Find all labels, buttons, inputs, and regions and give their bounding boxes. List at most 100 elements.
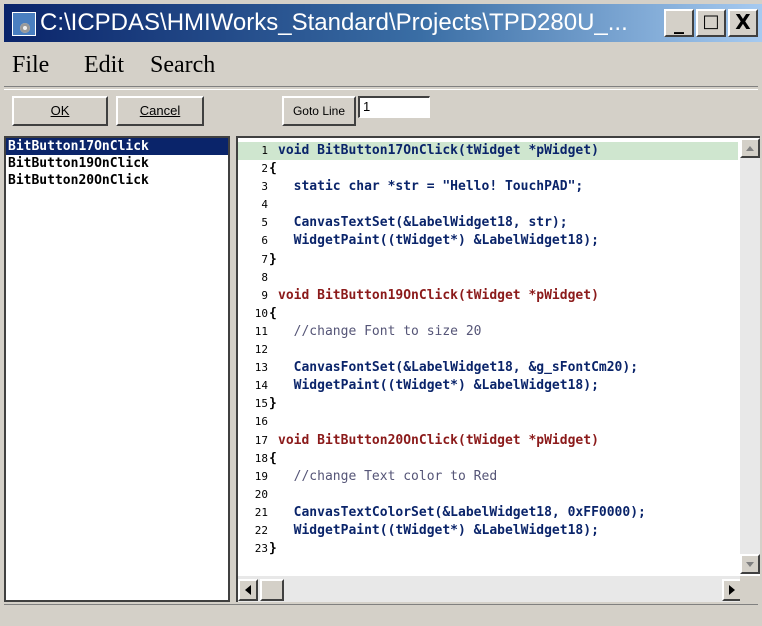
title-bar[interactable]: C:\ICPDAS\HMIWorks_Standard\Projects\TPD…	[4, 4, 762, 42]
scroll-thumb[interactable]	[260, 579, 284, 601]
code-line[interactable]: 14 WidgetPaint((tWidget*) &LabelWidget18…	[238, 377, 738, 395]
up-arrow-icon	[746, 146, 754, 151]
code-line[interactable]: 16	[238, 413, 738, 431]
line-number: 1	[261, 144, 268, 157]
code-line[interactable]: 19 //change Text color to Red	[238, 468, 738, 486]
ok-button[interactable]: OK	[12, 96, 108, 126]
code-line[interactable]: 12	[238, 341, 738, 359]
menu-edit[interactable]: Edit	[84, 52, 124, 79]
code-text[interactable]: }	[269, 252, 277, 267]
function-list-item[interactable]: BitButton19OnClick	[6, 155, 228, 172]
code-line[interactable]: 21 CanvasTextColorSet(&LabelWidget18, 0x…	[238, 504, 738, 522]
line-number: 14	[254, 379, 268, 393]
menu-file[interactable]: File	[12, 52, 49, 79]
scroll-down-button[interactable]	[740, 554, 760, 574]
code-text[interactable]: static char *str = "Hello! TouchPAD";	[278, 179, 584, 194]
line-number: 15	[254, 397, 268, 411]
code-editor[interactable]: 1 void BitButton17OnClick(tWidget *pWidge…	[236, 136, 760, 602]
editor-window: C:\ICPDAS\HMIWorks_Standard\Projects\TPD…	[0, 0, 762, 626]
goto-line-button[interactable]: Goto Line	[282, 96, 356, 126]
code-line[interactable]: 8	[238, 269, 738, 287]
code-text[interactable]: WidgetPaint((tWidget*) &LabelWidget18);	[278, 378, 599, 393]
scroll-up-button[interactable]	[740, 138, 760, 158]
code-text[interactable]: {	[269, 451, 277, 466]
code-line[interactable]: 20	[238, 486, 738, 504]
code-text[interactable]: }	[269, 541, 277, 556]
function-list-item[interactable]: BitButton17OnClick	[6, 138, 228, 155]
code-line[interactable]: 11 //change Font to size 20	[238, 323, 738, 341]
code-text[interactable]: CanvasFontSet(&LabelWidget18, &g_sFontCm…	[278, 360, 638, 375]
code-text[interactable]: WidgetPaint((tWidget*) &LabelWidget18);	[278, 523, 599, 538]
code-line[interactable]: 5 CanvasTextSet(&LabelWidget18, str);	[238, 214, 738, 232]
code-text[interactable]: CanvasTextColorSet(&LabelWidget18, 0xFF0…	[278, 505, 646, 520]
code-text[interactable]: //change Font to size 20	[278, 324, 482, 339]
line-number: 5	[261, 216, 268, 230]
line-number: 17	[254, 433, 268, 447]
code-text[interactable]: void BitButton19OnClick(tWidget *pWidget…	[278, 288, 599, 303]
scroll-right-button[interactable]	[722, 579, 742, 601]
down-arrow-icon	[746, 562, 754, 567]
code-line[interactable]: 9 void BitButton19OnClick(tWidget *pWidge…	[238, 287, 738, 305]
window-title: C:\ICPDAS\HMIWorks_Standard\Projects\TPD…	[40, 9, 628, 36]
line-number: 4	[261, 198, 268, 212]
code-line[interactable]: 6 WidgetPaint((tWidget*) &LabelWidget18)…	[238, 232, 738, 250]
function-list[interactable]: BitButton17OnClick BitButton19OnClick Bi…	[4, 136, 230, 602]
code-line[interactable]: 4	[238, 196, 738, 214]
line-number: 9	[261, 288, 268, 302]
maximize-button[interactable]: □	[696, 9, 726, 37]
line-number: 11	[254, 324, 268, 338]
line-number: 13	[254, 361, 268, 375]
horizontal-scrollbar[interactable]	[238, 576, 742, 602]
code-text[interactable]: }	[269, 396, 277, 411]
function-list-item[interactable]: BitButton20OnClick	[6, 172, 228, 189]
right-arrow-icon	[729, 585, 735, 595]
line-number: 18	[254, 451, 268, 465]
code-line[interactable]: 18{	[238, 450, 738, 468]
code-text[interactable]: CanvasTextSet(&LabelWidget18, str);	[278, 215, 568, 230]
line-number: 16	[254, 415, 268, 429]
line-number: 21	[254, 505, 268, 519]
code-line[interactable]: 22 WidgetPaint((tWidget*) &LabelWidget18…	[238, 522, 738, 540]
line-number: 7	[261, 252, 268, 266]
code-line[interactable]: 1 void BitButton17OnClick(tWidget *pWidge…	[238, 142, 738, 161]
code-line[interactable]: 15}	[238, 395, 738, 413]
code-area[interactable]: 1 void BitButton17OnClick(tWidget *pWidge…	[238, 142, 738, 558]
code-text[interactable]: WidgetPaint((tWidget*) &LabelWidget18);	[278, 233, 599, 248]
line-number: 6	[261, 234, 268, 248]
minimize-button[interactable]: _	[664, 9, 694, 37]
code-line[interactable]: 17 void BitButton20OnClick(tWidget *pWidg…	[238, 432, 738, 450]
line-number: 19	[254, 469, 268, 483]
close-button[interactable]: X	[728, 9, 758, 37]
left-arrow-icon	[245, 585, 251, 595]
code-line[interactable]: 2{	[238, 160, 738, 178]
app-icon[interactable]	[12, 12, 36, 36]
toolbar-divider	[4, 86, 758, 90]
line-number: 3	[261, 180, 268, 194]
size-grip[interactable]	[740, 576, 760, 602]
code-text[interactable]: void BitButton17OnClick(tWidget *pWidget…	[278, 143, 599, 158]
line-number: 22	[254, 523, 268, 537]
code-line[interactable]: 7}	[238, 251, 738, 269]
cancel-button[interactable]: Cancel	[116, 96, 204, 126]
code-line[interactable]: 10{	[238, 305, 738, 323]
line-number: 23	[254, 542, 268, 556]
code-text[interactable]: {	[269, 161, 277, 176]
code-text[interactable]: void BitButton20OnClick(tWidget *pWidget…	[278, 433, 599, 448]
menu-bar: File Edit Search	[4, 48, 758, 84]
line-number: 8	[261, 270, 268, 284]
scroll-left-button[interactable]	[238, 579, 258, 601]
code-text[interactable]: {	[269, 306, 277, 321]
vertical-scrollbar[interactable]	[740, 138, 760, 574]
code-line[interactable]: 13 CanvasFontSet(&LabelWidget18, &g_sFon…	[238, 359, 738, 377]
status-bar	[4, 604, 758, 626]
line-number: 12	[254, 343, 268, 357]
goto-line-input[interactable]: 1	[358, 96, 430, 118]
line-number: 20	[254, 487, 268, 501]
cancel-button-label: Cancel	[139, 103, 181, 118]
menu-search[interactable]: Search	[150, 52, 215, 79]
code-line[interactable]: 23}	[238, 540, 738, 558]
code-text[interactable]: //change Text color to Red	[278, 469, 498, 484]
line-number: 10	[254, 306, 268, 320]
line-number: 2	[261, 162, 268, 176]
code-line[interactable]: 3 static char *str = "Hello! TouchPAD";	[238, 178, 738, 196]
